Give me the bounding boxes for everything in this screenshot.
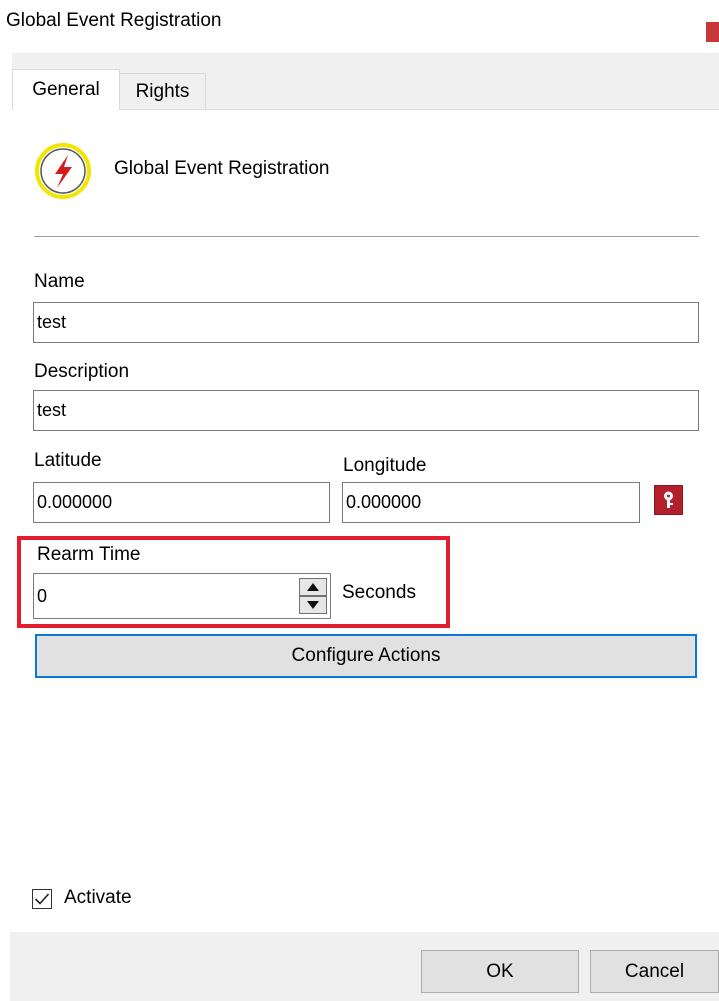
key-icon — [664, 491, 673, 508]
lightning-icon — [35, 143, 91, 199]
checkmark-icon — [34, 893, 50, 905]
longitude-label: Longitude — [343, 455, 427, 476]
tab-rights[interactable]: Rights — [120, 73, 206, 109]
window-title: Global Event Registration — [6, 10, 222, 31]
rearm-time-unit: Seconds — [342, 582, 416, 603]
stepper-down-button[interactable] — [299, 596, 327, 614]
tab-general[interactable]: General — [12, 69, 120, 110]
configure-actions-button[interactable]: Configure Actions — [35, 634, 697, 678]
activate-checkbox[interactable] — [32, 889, 52, 909]
rearm-time-stepper[interactable] — [299, 578, 327, 614]
close-button[interactable] — [706, 22, 719, 42]
description-label: Description — [34, 361, 130, 382]
name-input[interactable]: test — [33, 302, 699, 343]
name-label: Name — [34, 271, 85, 292]
separator — [34, 236, 699, 237]
location-button[interactable] — [654, 485, 683, 515]
stepper-up-button[interactable] — [299, 578, 327, 596]
latitude-input[interactable]: 0.000000 — [33, 482, 330, 523]
longitude-input[interactable]: 0.000000 — [342, 482, 640, 523]
latitude-label: Latitude — [34, 450, 102, 471]
triangle-up-icon — [307, 583, 319, 591]
cancel-button[interactable]: Cancel — [590, 950, 719, 993]
ok-button[interactable]: OK — [421, 950, 579, 993]
description-input[interactable]: test — [33, 390, 699, 431]
rearm-time-input[interactable]: 0 — [33, 573, 331, 619]
header-title: Global Event Registration — [114, 158, 330, 179]
activate-label: Activate — [64, 887, 132, 908]
rearm-time-label: Rearm Time — [37, 544, 141, 565]
triangle-down-icon — [307, 601, 319, 609]
